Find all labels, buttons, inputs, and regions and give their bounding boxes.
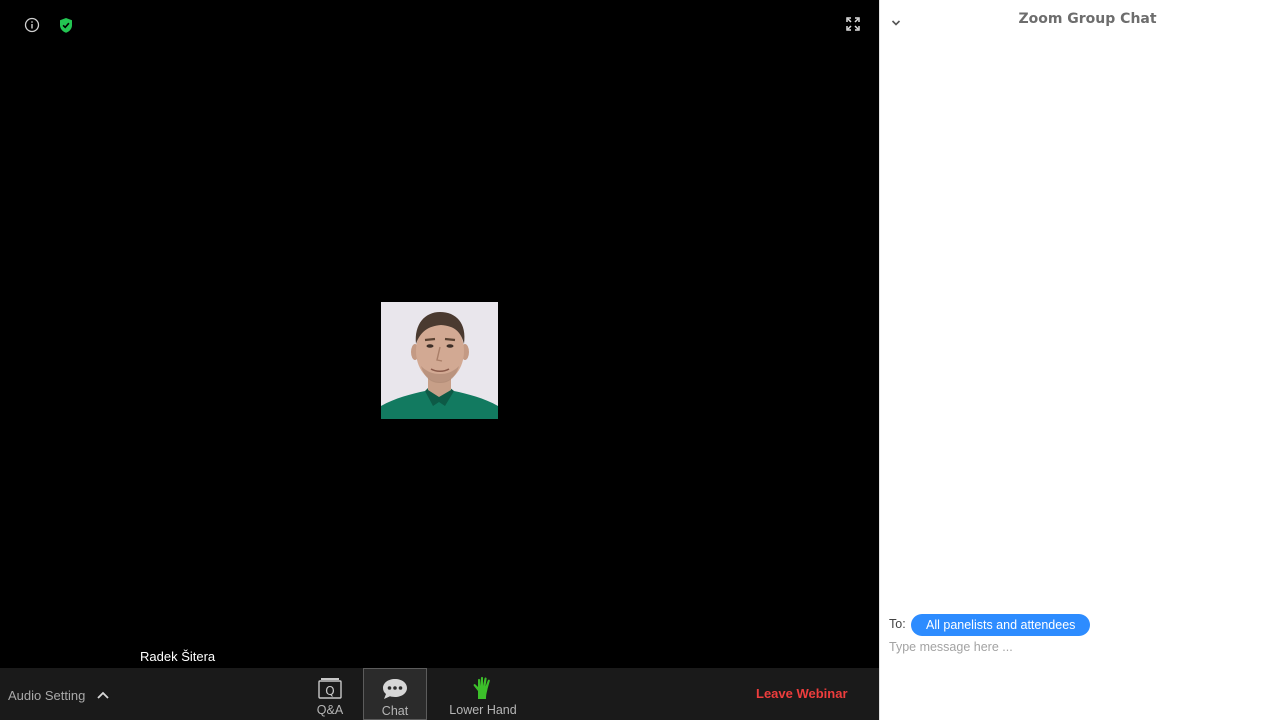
svg-text:Q: Q xyxy=(325,684,334,698)
qa-button[interactable]: Q Q&A xyxy=(304,668,356,720)
chat-panel: Zoom Group Chat To: All panelists and at… xyxy=(879,0,1280,720)
chevron-up-icon[interactable] xyxy=(96,685,110,699)
to-label: To: xyxy=(889,617,906,631)
message-input[interactable] xyxy=(889,637,1269,657)
info-icon[interactable] xyxy=(22,15,42,35)
chat-button[interactable]: Chat xyxy=(363,668,427,720)
chat-bubble-icon xyxy=(380,676,410,702)
lower-hand-button[interactable]: Lower Hand xyxy=(443,668,523,720)
fullscreen-icon[interactable] xyxy=(845,16,861,32)
shield-icon[interactable] xyxy=(56,15,76,35)
video-area: Radek Šitera xyxy=(0,0,879,668)
qa-icon: Q xyxy=(317,675,343,701)
participant-avatar xyxy=(381,302,498,419)
leave-webinar-button[interactable]: Leave Webinar xyxy=(756,686,848,701)
meeting-toolbar: Audio Setting Q Q&A Chat Lower Hand Leav… xyxy=(0,668,879,720)
raised-hand-icon xyxy=(471,675,495,701)
lower-hand-label: Lower Hand xyxy=(449,703,517,717)
chat-label: Chat xyxy=(381,704,409,718)
audio-setting-button[interactable]: Audio Setting xyxy=(8,688,85,703)
chat-title: Zoom Group Chat xyxy=(1018,11,1157,27)
recipient-selector[interactable]: All panelists and attendees xyxy=(911,614,1091,636)
participant-name: Radek Šitera xyxy=(140,649,216,664)
qa-label: Q&A xyxy=(316,703,344,717)
